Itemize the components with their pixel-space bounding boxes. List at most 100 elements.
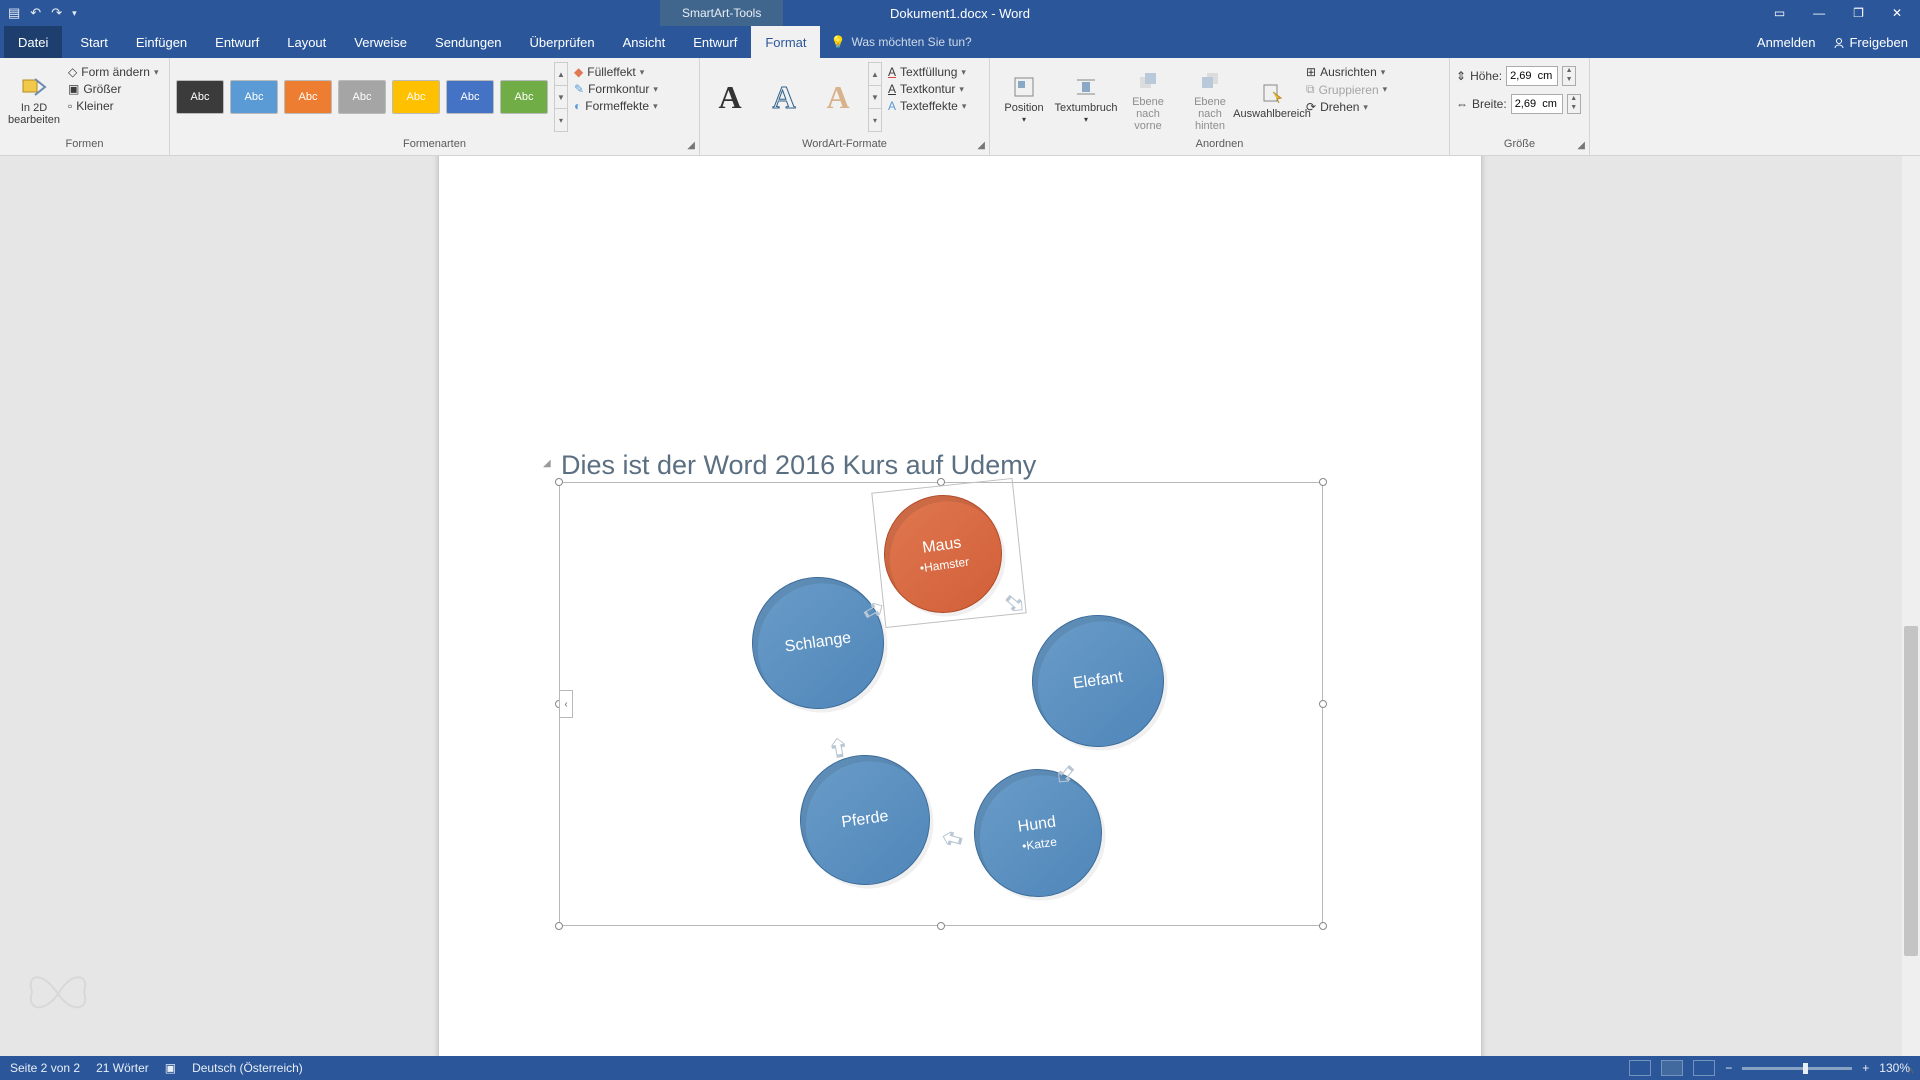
edit-in-2d-button[interactable]: In 2D bearbeiten bbox=[6, 62, 62, 136]
tab-smartart-design[interactable]: Entwurf bbox=[679, 26, 751, 58]
height-input[interactable] bbox=[1506, 66, 1558, 86]
tab-mailings[interactable]: Sendungen bbox=[421, 26, 516, 58]
resize-handle[interactable] bbox=[1319, 700, 1327, 708]
zoom-out-icon[interactable]: − bbox=[1725, 1061, 1732, 1075]
sign-in-link[interactable]: Anmelden bbox=[1757, 35, 1816, 50]
status-words[interactable]: 21 Wörter bbox=[96, 1061, 149, 1075]
text-effects-dropdown[interactable]: ATexteffekte▾ bbox=[888, 99, 966, 113]
text-wrap-button[interactable]: Textumbruch▾ bbox=[1058, 62, 1114, 136]
zoom-slider-thumb[interactable] bbox=[1803, 1063, 1808, 1074]
tab-review[interactable]: Überprüfen bbox=[516, 26, 609, 58]
resize-handle[interactable] bbox=[1319, 478, 1327, 486]
dialog-launcher-icon[interactable]: ◢ bbox=[1577, 139, 1585, 153]
tab-start[interactable]: Start bbox=[66, 26, 121, 58]
proofing-icon[interactable]: ▣ bbox=[165, 1061, 176, 1075]
smartart-selection-frame[interactable]: ‹ Maus •Hamster Elefant Hund •Katze Pfer… bbox=[559, 482, 1323, 926]
height-spinner[interactable]: ▲▼ bbox=[1562, 66, 1576, 86]
resize-handle[interactable] bbox=[555, 478, 563, 486]
document-heading[interactable]: Dies ist der Word 2016 Kurs auf Udemy bbox=[561, 450, 1036, 481]
minimize-icon[interactable]: — bbox=[1803, 2, 1835, 24]
smaller-icon: ▫ bbox=[68, 99, 72, 113]
status-language[interactable]: Deutsch (Österreich) bbox=[192, 1061, 303, 1075]
wordart-scroll[interactable]: ▲▼▾ bbox=[868, 62, 882, 132]
node-pferde[interactable]: Pferde bbox=[792, 747, 939, 894]
ribbon-display-icon[interactable]: ▭ bbox=[1764, 2, 1795, 24]
wordart-gallery[interactable]: A A A ▲▼▾ bbox=[706, 62, 882, 132]
rotate-dropdown[interactable]: ⟳Drehen▾ bbox=[1306, 100, 1387, 114]
restore-icon[interactable]: ❐ bbox=[1843, 2, 1874, 24]
width-input[interactable] bbox=[1511, 94, 1563, 114]
style-swatch-6[interactable]: Abc bbox=[446, 80, 494, 114]
close-icon[interactable]: ✕ bbox=[1882, 2, 1912, 24]
send-backward-button[interactable]: Ebene nachhinten bbox=[1182, 62, 1238, 136]
page[interactable]: ◢ Dies ist der Word 2016 Kurs auf Udemy … bbox=[439, 156, 1481, 1056]
dialog-launcher-icon[interactable]: ◢ bbox=[687, 139, 695, 153]
style-swatch-7[interactable]: Abc bbox=[500, 80, 548, 114]
print-layout-icon[interactable] bbox=[1661, 1060, 1683, 1076]
text-effects-label: Texteffekte bbox=[900, 99, 958, 113]
edit-2d-icon bbox=[20, 76, 48, 98]
wordart-swatch-3[interactable]: A bbox=[814, 73, 862, 121]
text-fill-dropdown[interactable]: ATextfüllung▾ bbox=[888, 65, 966, 79]
selection-pane-button[interactable]: Auswahlbereich bbox=[1244, 62, 1300, 136]
forward-label-2: vorne bbox=[1134, 120, 1162, 132]
tab-file[interactable]: Datei bbox=[4, 26, 62, 58]
larger-button[interactable]: ▣Größer bbox=[68, 82, 158, 96]
style-swatch-2[interactable]: Abc bbox=[230, 80, 278, 114]
tab-draft[interactable]: Entwurf bbox=[201, 26, 273, 58]
collapse-ribbon-icon[interactable]: ˄ bbox=[1908, 1066, 1914, 1078]
tab-smartart-format[interactable]: Format bbox=[751, 26, 820, 58]
style-swatch-5[interactable]: Abc bbox=[392, 80, 440, 114]
selpane-icon bbox=[1258, 82, 1286, 104]
smaller-label: Kleiner bbox=[76, 99, 113, 113]
redo-icon[interactable]: ↷ bbox=[51, 5, 62, 21]
group-size: ⇕ Höhe: ▲▼ ⇔ Breite: ▲▼ Größe◢ bbox=[1450, 58, 1590, 155]
position-button[interactable]: Position▾ bbox=[996, 62, 1052, 136]
style-swatch-3[interactable]: Abc bbox=[284, 80, 332, 114]
shape-outline-dropdown[interactable]: ✎Formkontur▾ bbox=[574, 82, 658, 96]
style-swatch-4[interactable]: Abc bbox=[338, 80, 386, 114]
resize-handle[interactable] bbox=[555, 922, 563, 930]
text-outline-dropdown[interactable]: ATextkontur▾ bbox=[888, 82, 966, 96]
zoom-in-icon[interactable]: + bbox=[1862, 1061, 1869, 1075]
zoom-slider[interactable] bbox=[1742, 1067, 1852, 1070]
read-mode-icon[interactable] bbox=[1629, 1060, 1651, 1076]
rotate-icon: ⟳ bbox=[1306, 100, 1316, 114]
style-swatch-1[interactable]: Abc bbox=[176, 80, 224, 114]
zoom-level[interactable]: 130% bbox=[1879, 1061, 1910, 1075]
gallery-scroll[interactable]: ▲▼▾ bbox=[554, 62, 568, 132]
shape-effects-dropdown[interactable]: ◐Formeffekte▾ bbox=[574, 99, 658, 113]
width-spinner[interactable]: ▲▼ bbox=[1567, 94, 1581, 114]
tab-view[interactable]: Ansicht bbox=[609, 26, 680, 58]
text-pane-toggle[interactable]: ‹ bbox=[559, 690, 573, 718]
save-icon[interactable]: ▤ bbox=[8, 5, 20, 21]
align-dropdown[interactable]: ⊞Ausrichten▾ bbox=[1306, 65, 1387, 79]
tab-insert[interactable]: Einfügen bbox=[122, 26, 201, 58]
qat-customize-icon[interactable]: ▾ bbox=[72, 8, 77, 19]
web-layout-icon[interactable] bbox=[1693, 1060, 1715, 1076]
scrollbar-thumb[interactable] bbox=[1904, 626, 1918, 956]
dialog-launcher-icon[interactable]: ◢ bbox=[977, 139, 985, 153]
share-button[interactable]: Freigeben bbox=[1833, 35, 1908, 50]
tell-me-search[interactable]: 💡Was möchten Sie tun? bbox=[820, 26, 981, 58]
smaller-button[interactable]: ▫ Kleiner bbox=[68, 99, 158, 113]
node-hund[interactable]: Hund •Katze bbox=[966, 761, 1111, 906]
undo-icon[interactable]: ↶ bbox=[30, 5, 41, 21]
heading-collapse-icon[interactable]: ◢ bbox=[543, 458, 551, 469]
document-area: ◢ Dies ist der Word 2016 Kurs auf Udemy … bbox=[0, 156, 1920, 1056]
wordart-swatch-1[interactable]: A bbox=[706, 73, 754, 121]
resize-handle[interactable] bbox=[937, 922, 945, 930]
tab-layout[interactable]: Layout bbox=[273, 26, 340, 58]
text-effects-icon: A bbox=[888, 99, 896, 113]
status-page[interactable]: Seite 2 von 2 bbox=[10, 1061, 80, 1075]
resize-handle[interactable] bbox=[1319, 922, 1327, 930]
node-elefant[interactable]: Elefant bbox=[1023, 606, 1172, 755]
wordart-swatch-2[interactable]: A bbox=[760, 73, 808, 121]
bring-forward-button[interactable]: Ebene nachvorne bbox=[1120, 62, 1176, 136]
shape-fill-dropdown[interactable]: ◆Fülleffekt▾ bbox=[574, 65, 658, 79]
node-schlange[interactable]: Schlange bbox=[743, 568, 892, 717]
change-shape-dropdown[interactable]: ◇Form ändern▾ bbox=[68, 65, 158, 79]
tab-references[interactable]: Verweise bbox=[340, 26, 421, 58]
shape-style-gallery[interactable]: Abc Abc Abc Abc Abc Abc Abc ▲▼▾ bbox=[176, 62, 568, 132]
vertical-scrollbar[interactable] bbox=[1902, 156, 1920, 1056]
